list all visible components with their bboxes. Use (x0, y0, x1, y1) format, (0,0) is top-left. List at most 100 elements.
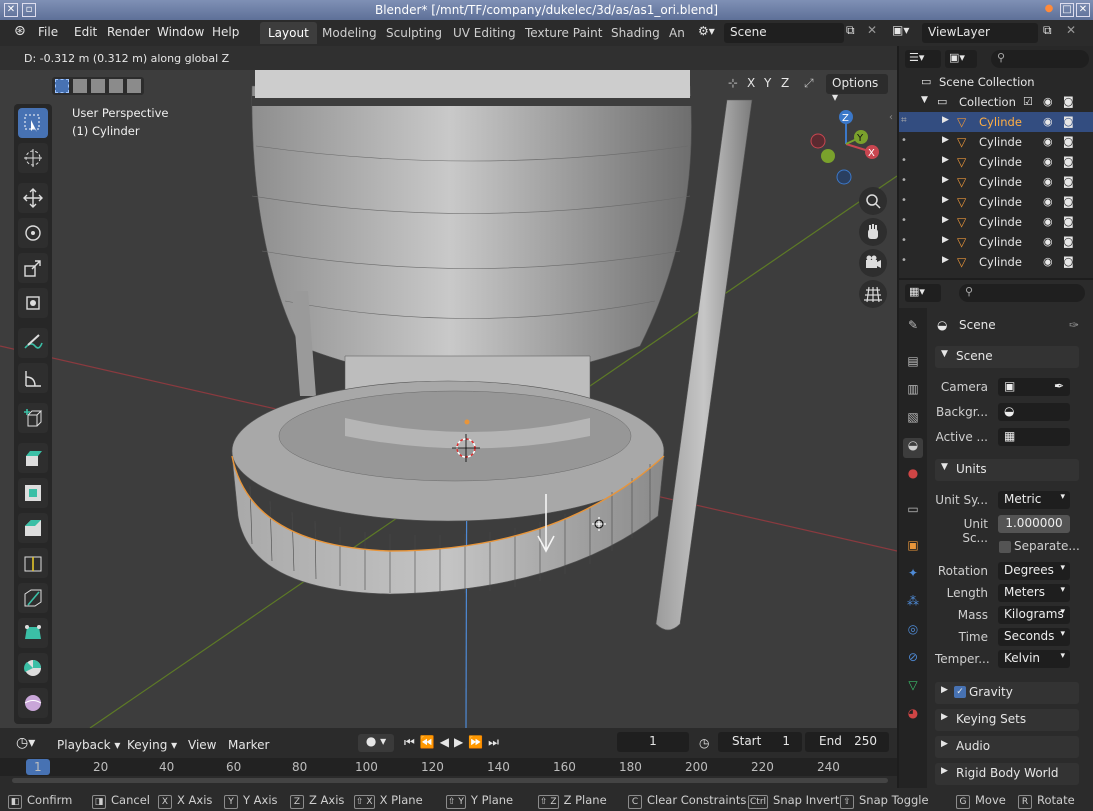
menu-render[interactable]: Render (107, 25, 150, 39)
world-tab-icon[interactable]: ● (903, 466, 923, 486)
audio-panel-header[interactable]: ▶ Audio (935, 736, 1079, 758)
filter-dropdown[interactable]: ▣▾ (945, 50, 977, 68)
expand-arrow-icon[interactable]: ▶ (942, 135, 949, 145)
pin-icon[interactable]: ✑ (1069, 318, 1079, 332)
tool-bevel[interactable] (18, 513, 48, 543)
menu-window[interactable]: Window (157, 25, 204, 39)
render-camera-icon[interactable]: ◙ (1063, 235, 1074, 248)
outliner-scene-collection[interactable]: ▭ Scene Collection (899, 72, 1093, 92)
time-unit-dropdown[interactable]: Seconds ▾ (998, 628, 1070, 646)
render-camera-icon[interactable]: ◙ (1063, 195, 1074, 208)
transform-pivot-icon[interactable]: ⊹ (728, 76, 738, 90)
select-extend-icon[interactable] (73, 79, 87, 93)
physics-tab-icon[interactable]: ◎ (903, 622, 923, 642)
expand-arrow-icon[interactable]: ▶ (942, 115, 949, 125)
expand-arrow-icon[interactable]: ▶ (942, 155, 949, 165)
camera-view-button[interactable] (859, 249, 887, 277)
rigid-body-panel-header[interactable]: ▶ Rigid Body World (935, 763, 1079, 785)
units-panel-header[interactable]: ▼ Units (935, 459, 1079, 481)
viewlayer-selector-icon[interactable]: ▣▾ (892, 23, 909, 37)
select-subtract-icon[interactable] (91, 79, 105, 93)
marker-menu[interactable]: Marker (228, 738, 269, 752)
pan-button[interactable] (859, 218, 887, 246)
render-camera-icon[interactable]: ◙ (1063, 95, 1074, 108)
scene-delete-icon[interactable]: ✕ (867, 23, 877, 37)
viewlayer-copy-icon[interactable]: ⧉ (1043, 23, 1052, 38)
visibility-eye-icon[interactable]: ◉ (1043, 115, 1053, 128)
tool-move[interactable] (18, 183, 48, 213)
visibility-eye-icon[interactable]: ◉ (1043, 155, 1053, 168)
collapse-arrow-icon[interactable]: ▼ (921, 95, 928, 105)
unit-system-dropdown[interactable]: Metric ▾ (998, 491, 1070, 509)
mirror-y-toggle[interactable]: Y (764, 76, 771, 90)
outliner-item-cylinder[interactable]: • ▶ ▽ Cylinde ◉ ◙ (899, 152, 1093, 172)
exclude-checkbox[interactable]: ☑ (1023, 95, 1033, 108)
menu-help[interactable]: Help (212, 25, 239, 39)
current-frame-field[interactable]: 1 (617, 732, 689, 752)
outliner-search-input[interactable]: ⚲ (991, 50, 1089, 68)
timeline-ruler[interactable]: 1 20 40 60 80 100 120 140 160 180 200 22… (0, 758, 897, 776)
outliner-item-cylinder[interactable]: • ▶ ▽ Cylinde ◉ ◙ (899, 232, 1093, 252)
tool-smooth[interactable] (18, 688, 48, 718)
workspace-tab-modeling[interactable]: Modeling (314, 22, 385, 44)
expand-arrow-icon[interactable]: ▶ (942, 215, 949, 225)
rotation-unit-dropdown[interactable]: Degrees ▾ (998, 562, 1070, 580)
navigation-gizmo[interactable]: Z X Y (806, 106, 886, 186)
display-mode-dropdown[interactable]: ☰▾ (905, 50, 941, 68)
tool-measure[interactable] (18, 363, 48, 393)
autokey-record-icon[interactable]: ● ▾ (358, 734, 394, 752)
scene-name-field[interactable]: Scene (724, 23, 844, 43)
tool-spin[interactable] (18, 653, 48, 683)
constraints-tab-icon[interactable]: ⊘ (903, 650, 923, 670)
workspace-tab-shading[interactable]: Shading (603, 22, 668, 44)
tool-annotate[interactable] (18, 328, 48, 358)
blender-menu-icon[interactable]: ⊛ (14, 23, 26, 39)
tool-poly-build[interactable] (18, 618, 48, 648)
expand-arrow-icon[interactable]: ▶ (942, 195, 949, 205)
viewlayer-delete-icon[interactable]: ✕ (1066, 23, 1076, 37)
workspace-tab-texture-paint[interactable]: Texture Paint (517, 22, 610, 44)
view-menu[interactable]: View (188, 738, 216, 752)
sidebar-toggle-icon[interactable]: ‹ (889, 112, 893, 123)
gravity-panel-header[interactable]: ▶ ✓ Gravity (935, 682, 1079, 704)
tool-select-box[interactable] (18, 108, 48, 138)
tool-add-cube[interactable] (18, 403, 48, 433)
mirror-x-toggle[interactable]: X (747, 76, 755, 90)
editor-type-icon[interactable]: ◷▾ (16, 735, 35, 751)
camera-field[interactable]: ▣ ✒ (998, 378, 1070, 396)
expand-arrow-icon[interactable]: ▶ (942, 175, 949, 185)
outliner-item-cylinder[interactable]: ⌗ ▶ ▽ Cylinde ◉ ◙ (899, 112, 1093, 132)
playback-controls[interactable]: ⏮⏪◀▶⏩⏭ (404, 735, 504, 750)
snap-icon[interactable]: ⤢ (804, 76, 814, 91)
outliner-item-cylinder[interactable]: • ▶ ▽ Cylinde ◉ ◙ (899, 252, 1093, 272)
render-camera-icon[interactable]: ◙ (1063, 175, 1074, 188)
tool-transform[interactable] (18, 288, 48, 318)
visibility-eye-icon[interactable]: ◉ (1043, 135, 1053, 148)
outliner-item-cylinder[interactable]: • ▶ ▽ Cylinde ◉ ◙ (899, 192, 1093, 212)
gravity-checkbox[interactable]: ✓ (954, 686, 966, 698)
select-invert-icon[interactable] (109, 79, 123, 93)
outliner-item-cylinder[interactable]: • ▶ ▽ Cylinde ◉ ◙ (899, 132, 1093, 152)
scene-selector-icon[interactable]: ⚙▾ (698, 24, 715, 38)
end-frame-field[interactable]: End 250 (805, 732, 889, 752)
temperature-unit-dropdown[interactable]: Kelvin ▾ (998, 650, 1070, 668)
workspace-tab-layout[interactable]: Layout (260, 22, 317, 44)
keying-sets-panel-header[interactable]: ▶ Keying Sets (935, 709, 1079, 731)
workspace-tab-sculpting[interactable]: Sculpting (378, 22, 450, 44)
visibility-eye-icon[interactable]: ◉ (1043, 255, 1053, 268)
outliner-item-cylinder[interactable]: • ▶ ▽ Cylinde ◉ ◙ (899, 172, 1093, 192)
tool-extrude[interactable] (18, 443, 48, 473)
menu-file[interactable]: File (38, 25, 58, 39)
visibility-eye-icon[interactable]: ◉ (1043, 175, 1053, 188)
window-close-icon[interactable]: ✕ (1076, 3, 1090, 17)
render-camera-icon[interactable]: ◙ (1063, 135, 1074, 148)
scene-copy-icon[interactable]: ⧉ (846, 23, 855, 38)
particles-tab-icon[interactable]: ⁂ (903, 594, 923, 614)
object-tab-icon[interactable]: ▣ (903, 538, 923, 558)
background-scene-field[interactable]: ◒ (998, 403, 1070, 421)
outliner-item-cylinder[interactable]: • ▶ ▽ Cylinde ◉ ◙ (899, 212, 1093, 232)
playback-menu[interactable]: Playback ▾ (57, 738, 120, 752)
tool-cursor[interactable] (18, 143, 48, 173)
data-tab-icon[interactable]: ▽ (903, 678, 923, 698)
expand-arrow-icon[interactable]: ▶ (942, 255, 949, 265)
